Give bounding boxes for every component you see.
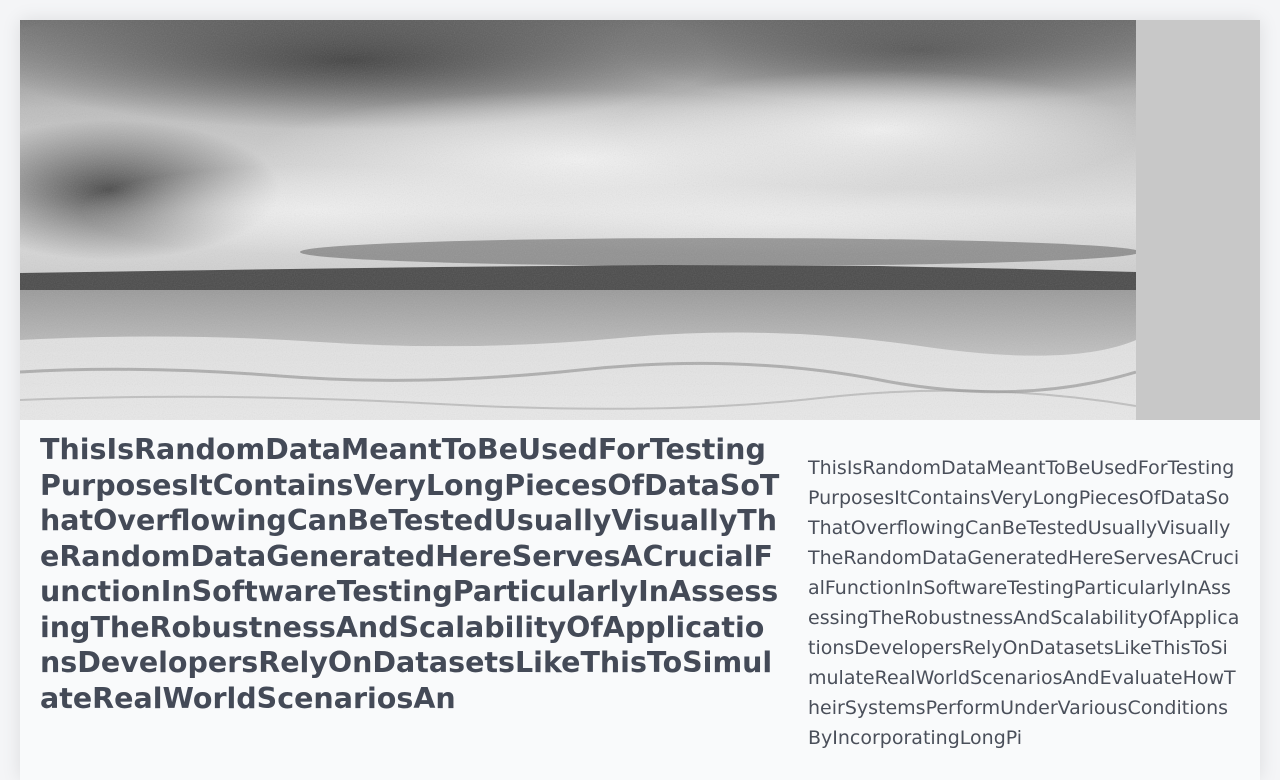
article-description: ThisIsRandomDataMeantToBeUsedForTestingP… (808, 457, 1240, 749)
article-content: ThisIsRandomDataMeantToBeUsedForTestingP… (40, 420, 1240, 780)
article-title: ThisIsRandomDataMeantToBeUsedForTestingP… (40, 433, 780, 715)
article-card: ThisIsRandomDataMeantToBeUsedForTestingP… (20, 20, 1260, 780)
hero-image (20, 20, 1136, 420)
hero-image-container (20, 20, 1260, 420)
